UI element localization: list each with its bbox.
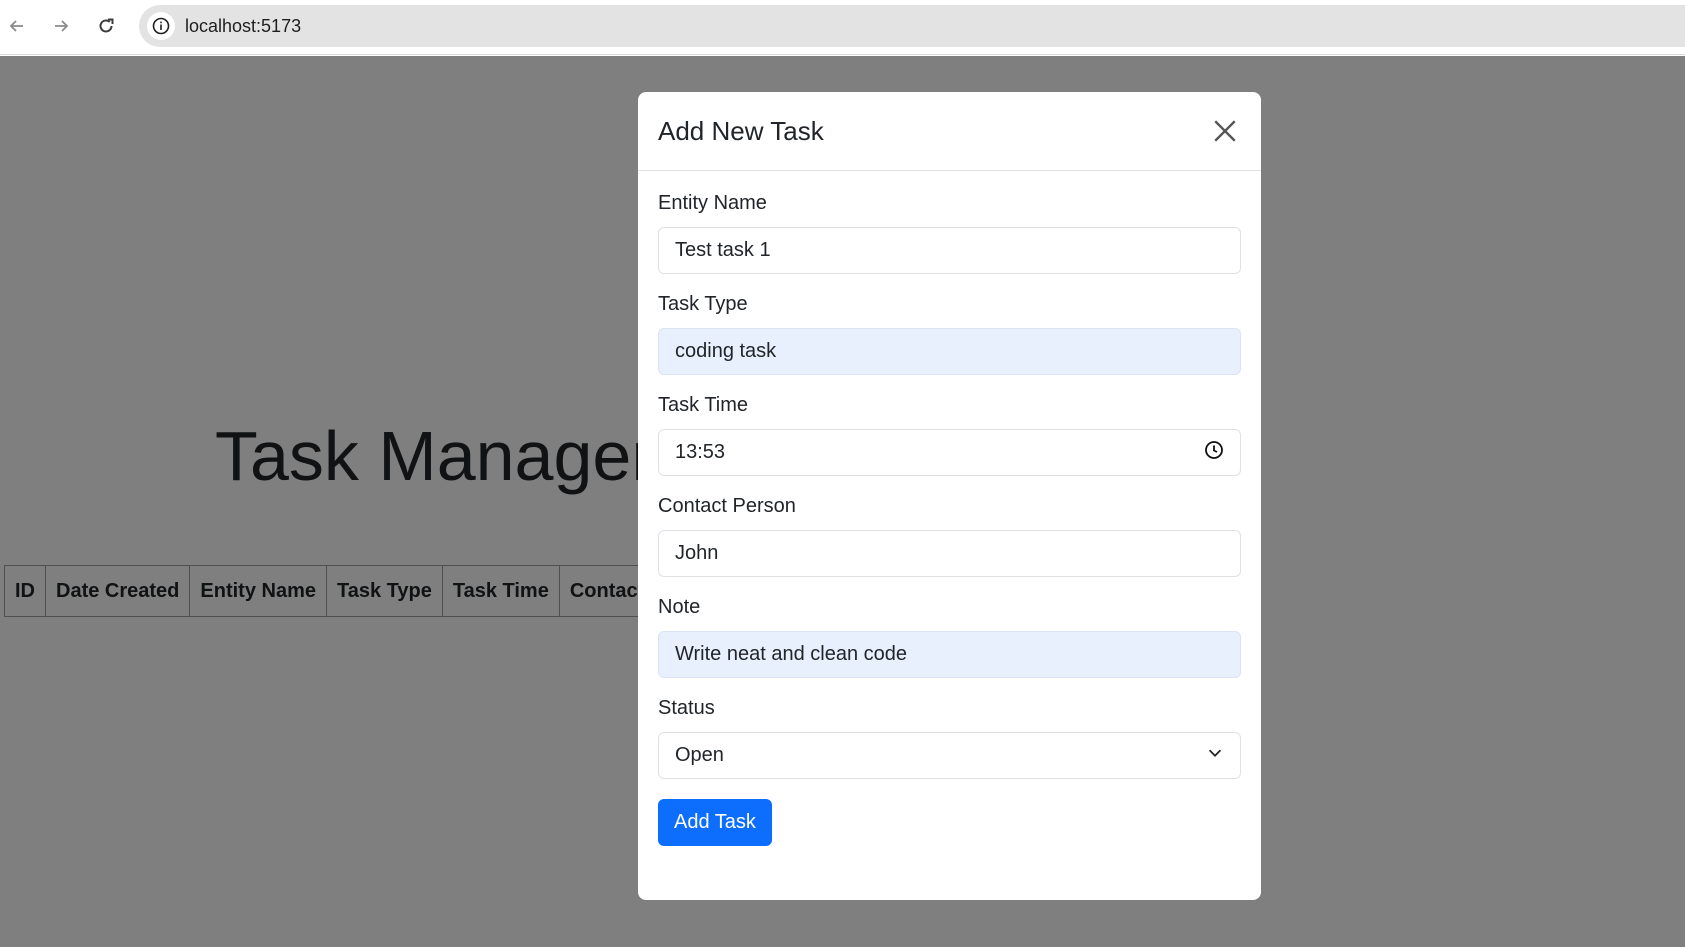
arrow-left-icon (9, 20, 23, 32)
url-text: localhost:5173 (185, 15, 302, 36)
note-label: Note (658, 596, 701, 618)
address-bar[interactable]: localhost:5173 (139, 5, 1685, 47)
back-button[interactable] (3, 12, 31, 40)
close-button[interactable] (1209, 115, 1241, 147)
task-time-value: 13:53 (675, 441, 726, 463)
task-type-value: coding task (675, 340, 777, 362)
modal-title: Add New Task (658, 115, 824, 146)
add-task-button[interactable]: Add Task (658, 799, 772, 846)
status-label: Status (658, 697, 715, 719)
entity-name-label: Entity Name (658, 192, 767, 214)
arrow-right-icon (55, 20, 69, 32)
add-task-modal: Add New Task Entity Name Test task 1 Tas… (638, 92, 1261, 900)
contact-person-input[interactable]: John (658, 530, 1241, 577)
reload-button[interactable] (92, 12, 120, 40)
chevron-down-icon (1206, 744, 1224, 768)
task-time-label: Task Time (658, 394, 749, 416)
close-icon (1214, 120, 1236, 142)
note-group: Note Write neat and clean code (658, 595, 1241, 678)
modal-body: Entity Name Test task 1 Task Type coding… (638, 171, 1261, 846)
status-select[interactable]: Open (658, 732, 1241, 779)
task-type-label: Task Type (658, 293, 748, 315)
task-time-input[interactable]: 13:53 (658, 429, 1241, 476)
entity-name-value: Test task 1 (675, 239, 771, 261)
note-input[interactable]: Write neat and clean code (658, 631, 1241, 678)
status-value: Open (675, 744, 724, 766)
clock-icon[interactable] (1204, 440, 1224, 466)
site-info-icon[interactable] (147, 12, 175, 40)
contact-person-group: Contact Person John (658, 494, 1241, 577)
browser-toolbar: localhost:5173 (0, 0, 1685, 55)
task-type-input[interactable]: coding task (658, 328, 1241, 375)
task-time-group: Task Time 13:53 (658, 393, 1241, 476)
reload-icon (99, 18, 114, 33)
contact-person-value: John (675, 542, 719, 564)
forward-button[interactable] (47, 12, 75, 40)
modal-header: Add New Task (638, 92, 1261, 171)
entity-name-input[interactable]: Test task 1 (658, 227, 1241, 274)
contact-person-label: Contact Person (658, 495, 796, 517)
status-group: Status Open (658, 696, 1241, 779)
note-value: Write neat and clean code (675, 643, 908, 665)
entity-name-group: Entity Name Test task 1 (658, 191, 1241, 274)
task-type-group: Task Type coding task (658, 292, 1241, 375)
